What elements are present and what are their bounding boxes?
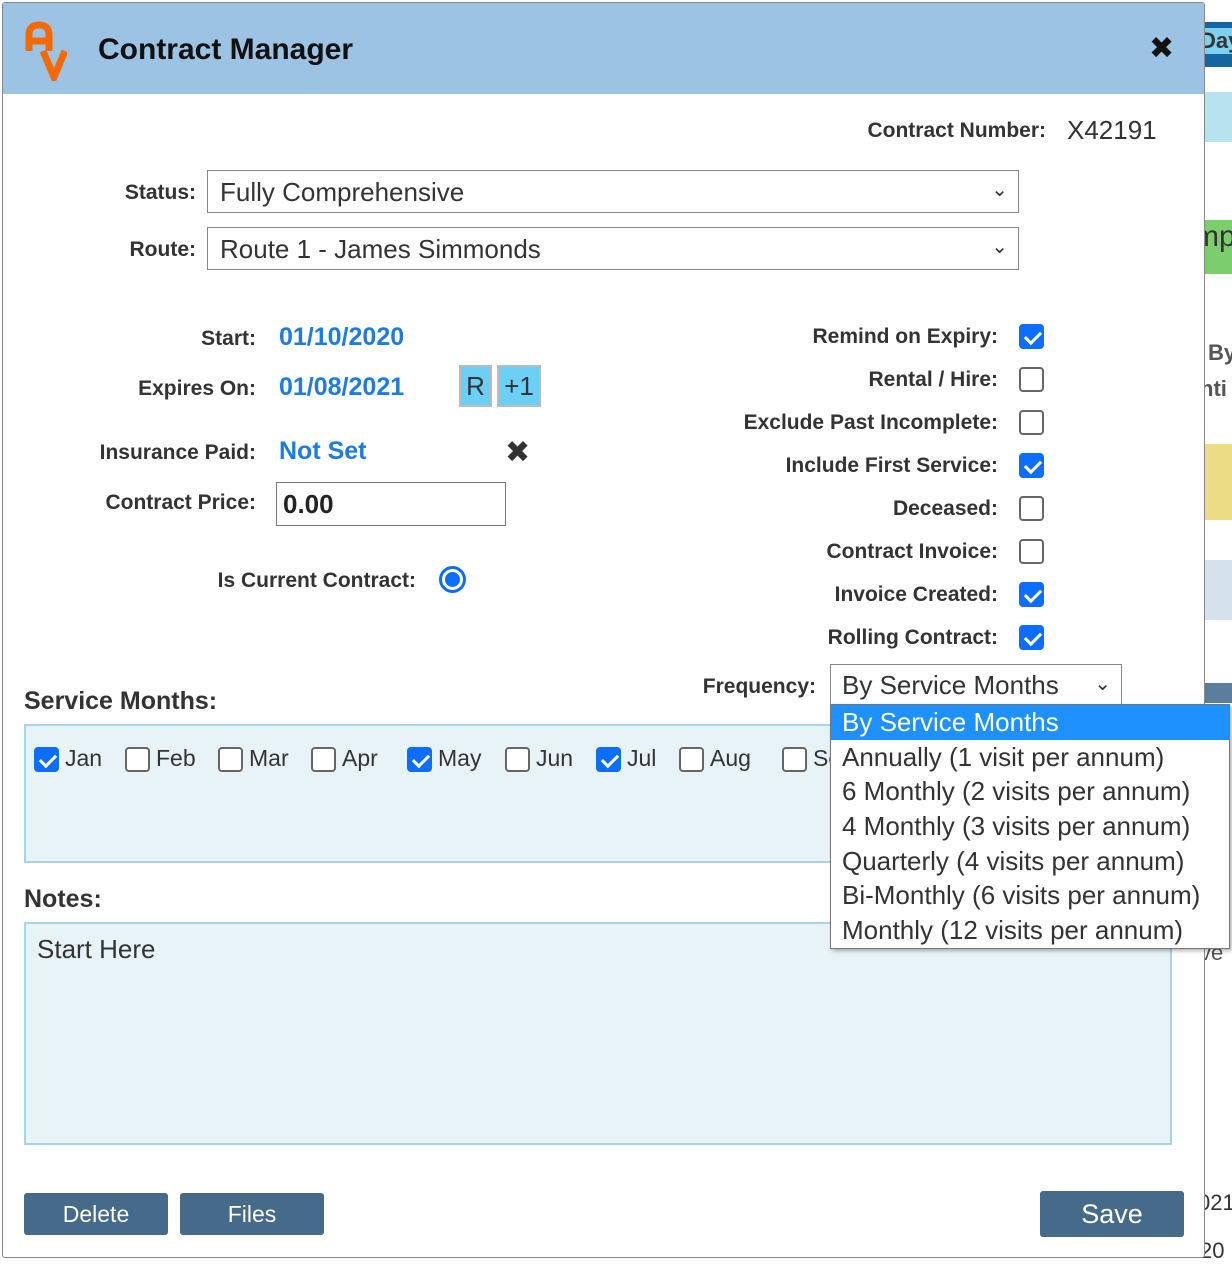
month-label: May xyxy=(438,745,482,771)
chevron-down-icon: ⌄ xyxy=(991,236,1008,258)
current-contract-radio[interactable] xyxy=(439,566,466,593)
frequency-dropdown-list[interactable]: By Service Months Annually (1 visit per a… xyxy=(830,704,1230,949)
frequency-option[interactable]: Quarterly (4 visits per annum) xyxy=(831,844,1229,879)
month-checkbox[interactable] xyxy=(679,747,704,773)
month-label: Apr xyxy=(342,745,378,771)
chevron-down-icon: ⌄ xyxy=(1094,673,1111,695)
dialog-title: Contract Manager xyxy=(98,33,354,66)
flag-label: Include First Service: xyxy=(785,454,998,477)
current-contract-label: Is Current Contract: xyxy=(217,569,416,592)
start-label: Start: xyxy=(201,327,256,350)
route-value: Route 1 - James Simmonds xyxy=(220,234,541,264)
flag-label: Remind on Expiry: xyxy=(812,325,998,348)
files-button[interactable]: Files xyxy=(180,1193,324,1235)
month-option[interactable]: Jul xyxy=(596,745,657,773)
month-option[interactable]: Feb xyxy=(125,745,196,773)
chevron-down-icon: ⌄ xyxy=(991,179,1008,201)
flag-label: Rolling Contract: xyxy=(827,626,998,649)
frequency-option[interactable]: Bi-Monthly (6 visits per annum) xyxy=(831,878,1229,913)
contract-number-value: X42191 xyxy=(1067,115,1157,145)
delete-button[interactable]: Delete xyxy=(24,1193,168,1235)
start-date-link[interactable]: 01/10/2020 xyxy=(279,323,404,352)
month-label: Aug xyxy=(710,745,751,771)
bg-text: By xyxy=(1208,340,1232,365)
frequency-option[interactable]: 4 Monthly (3 visits per annum) xyxy=(831,809,1229,844)
status-select[interactable]: Fully Comprehensive ⌄ xyxy=(207,170,1019,213)
close-icon[interactable]: ✖ xyxy=(1149,31,1174,66)
month-checkbox[interactable] xyxy=(34,747,59,773)
expires-label: Expires On: xyxy=(138,377,256,400)
month-option[interactable]: Apr xyxy=(311,745,378,773)
flag-checkbox[interactable] xyxy=(1019,367,1044,392)
month-checkbox[interactable] xyxy=(311,747,336,773)
flag-checkbox[interactable] xyxy=(1019,625,1044,650)
flag-checkbox[interactable] xyxy=(1019,453,1044,478)
month-label: Mar xyxy=(249,745,289,771)
notes-textarea[interactable]: Start Here xyxy=(24,922,1172,1145)
flag-label: Deceased: xyxy=(892,497,998,520)
month-option[interactable]: Mar xyxy=(218,745,289,773)
month-checkbox[interactable] xyxy=(782,747,807,773)
month-option[interactable]: Jan xyxy=(34,745,103,773)
flag-checkbox[interactable] xyxy=(1019,582,1044,607)
flag-checkbox[interactable] xyxy=(1019,539,1044,564)
frequency-option[interactable]: Annually (1 visit per annum) xyxy=(831,740,1229,775)
flag-label: Contract Invoice: xyxy=(826,540,998,563)
month-label: Jul xyxy=(627,745,657,771)
frequency-label: Frequency: xyxy=(702,675,816,698)
app-logo-icon xyxy=(25,21,67,81)
insurance-link[interactable]: Not Set xyxy=(279,437,367,466)
contract-number-label: Contract Number: xyxy=(867,119,1046,142)
month-label: Jun xyxy=(536,745,574,771)
price-input[interactable]: 0.00 xyxy=(276,482,506,526)
status-value: Fully Comprehensive xyxy=(220,177,465,207)
month-checkbox[interactable] xyxy=(407,747,432,773)
expires-date-link[interactable]: 01/08/2021 xyxy=(279,373,404,402)
price-label: Contract Price: xyxy=(105,491,256,514)
plus-one-button[interactable]: +1 xyxy=(497,365,541,407)
route-select[interactable]: Route 1 - James Simmonds ⌄ xyxy=(207,227,1019,270)
month-checkbox[interactable] xyxy=(218,747,243,773)
month-checkbox[interactable] xyxy=(596,747,621,773)
frequency-option[interactable]: Monthly (12 visits per annum) xyxy=(831,913,1229,948)
month-option[interactable]: Jun xyxy=(505,745,574,773)
contract-manager-dialog: Contract Manager ✖ Contract Number: X421… xyxy=(2,2,1205,1258)
month-option[interactable]: May xyxy=(407,745,482,773)
flag-checkbox[interactable] xyxy=(1019,496,1044,521)
save-button[interactable]: Save xyxy=(1040,1191,1184,1237)
flag-label: Exclude Past Incomplete: xyxy=(743,411,998,434)
month-checkbox[interactable] xyxy=(505,747,530,773)
notes-label: Notes: xyxy=(24,885,102,913)
month-checkbox[interactable] xyxy=(125,747,150,773)
flag-label: Rental / Hire: xyxy=(868,368,998,391)
month-option[interactable]: Aug xyxy=(679,745,751,773)
insurance-label: Insurance Paid: xyxy=(99,441,256,464)
frequency-value: By Service Months xyxy=(842,670,1059,700)
r-button[interactable]: R xyxy=(459,365,492,407)
frequency-option[interactable]: 6 Monthly (2 visits per annum) xyxy=(831,774,1229,809)
frequency-select[interactable]: By Service Months ⌄ xyxy=(830,664,1122,708)
clear-insurance-icon[interactable]: ✖ xyxy=(505,435,530,470)
service-months-label: Service Months: xyxy=(24,687,218,715)
month-label: Jan xyxy=(65,745,103,771)
flag-checkbox[interactable] xyxy=(1019,324,1044,349)
status-label: Status: xyxy=(124,181,196,204)
flag-label: Invoice Created: xyxy=(834,583,998,606)
dialog-header: Contract Manager ✖ xyxy=(3,3,1204,94)
flag-checkbox[interactable] xyxy=(1019,410,1044,435)
route-label: Route: xyxy=(129,238,197,261)
month-label: Feb xyxy=(156,745,196,771)
frequency-option[interactable]: By Service Months xyxy=(831,705,1229,740)
